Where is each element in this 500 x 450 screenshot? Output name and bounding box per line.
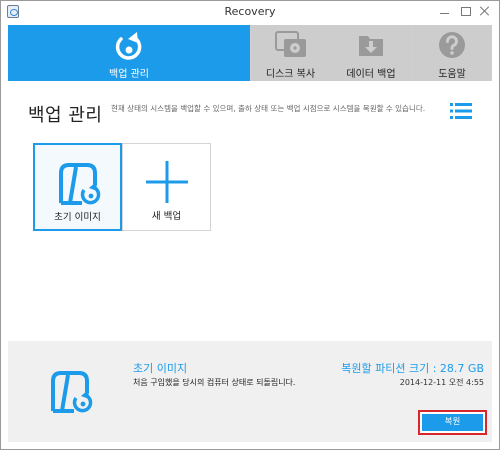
restore-button-label: 복원 — [422, 414, 483, 431]
tab-label: 백업 관리 — [109, 69, 149, 80]
recovery-window: Recovery 백업 관리 디스크 복사 데이터 백업 도움말 백업 관리 현… — [0, 0, 500, 450]
data-download-icon — [359, 36, 383, 56]
selected-image-description: 처음 구입했을 당시의 컴퓨터 상태로 되돌립니다. — [133, 378, 296, 387]
initial-image-icon — [51, 371, 94, 414]
title-bar: Recovery — [1, 1, 499, 23]
help-question-icon — [439, 32, 465, 58]
tab-disk-copy[interactable]: 디스크 복사 — [251, 25, 330, 81]
backup-refresh-icon — [115, 32, 142, 60]
restore-button[interactable]: 복원 — [418, 410, 487, 435]
close-button[interactable] — [477, 4, 493, 18]
selection-details-panel: 초기 이미지 처음 구입했을 당시의 컴퓨터 상태로 되돌립니다. 복원할 파티… — [8, 341, 492, 442]
tab-backup-management[interactable]: 백업 관리 — [8, 25, 250, 81]
backup-date: 2014-12-11 오전 4:55 — [399, 378, 484, 387]
list-menu-icon[interactable] — [450, 102, 472, 120]
initial-image-icon — [58, 163, 102, 206]
maximize-button[interactable] — [457, 4, 473, 18]
tab-bar: 백업 관리 디스크 복사 데이터 백업 도움말 — [8, 25, 492, 81]
partition-size-label: 복원할 파티션 크기 : 28.7 GB — [341, 362, 484, 375]
tab-label: 디스크 복사 — [265, 69, 316, 80]
card-label: 초기 이미지 — [54, 212, 101, 223]
minimize-button[interactable] — [437, 4, 453, 18]
plus-icon — [145, 161, 188, 203]
tab-help[interactable]: 도움말 — [412, 25, 492, 81]
card-initial-image[interactable]: 초기 이미지 — [33, 143, 122, 231]
page-title: 백업 관리 — [28, 105, 103, 126]
window-title: Recovery — [224, 5, 276, 18]
tab-label: 데이터 백업 — [346, 69, 396, 80]
selected-image-name: 초기 이미지 — [133, 362, 188, 375]
card-new-backup[interactable]: 새 백업 — [122, 143, 211, 231]
tab-data-backup[interactable]: 데이터 백업 — [331, 25, 411, 81]
card-label: 새 백업 — [151, 211, 182, 222]
tab-label: 도움말 — [438, 69, 466, 80]
disk-copy-icon — [274, 31, 306, 57]
page-description: 현재 상태의 시스템을 백업할 수 있으며, 출하 상태 또는 백업 시점으로 … — [111, 104, 426, 113]
